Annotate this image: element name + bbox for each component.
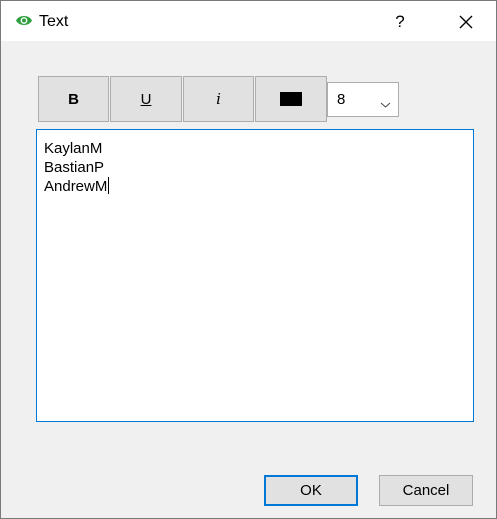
editor-line-text: AndrewM — [44, 178, 108, 195]
editor-line: KaylanM — [44, 140, 103, 157]
help-button[interactable]: ? — [385, 9, 415, 35]
color-swatch — [280, 92, 302, 106]
underline-button[interactable]: U — [110, 76, 182, 122]
title-bar[interactable]: Text ? — [1, 1, 496, 41]
text-editor[interactable]: KaylanM BastianP AndrewM — [36, 129, 474, 422]
editor-content: KaylanM BastianP AndrewM — [44, 139, 110, 196]
close-button[interactable] — [451, 9, 481, 35]
chevron-down-icon — [380, 96, 391, 108]
close-icon — [459, 15, 473, 29]
italic-button[interactable]: i — [183, 76, 254, 122]
editor-line: BastianP — [44, 159, 105, 176]
cancel-button[interactable]: Cancel — [379, 475, 473, 506]
text-color-button[interactable] — [255, 76, 327, 122]
editor-line: AndrewM — [44, 177, 110, 196]
text-caret — [108, 177, 110, 194]
eye-icon — [15, 14, 33, 27]
text-dialog: Text ? B U i 8 KaylanM BastianP AndrewM … — [0, 0, 497, 519]
font-size-select[interactable]: 8 — [327, 82, 399, 117]
bold-button[interactable]: B — [38, 76, 109, 122]
font-size-value: 8 — [337, 91, 346, 108]
ok-button[interactable]: OK — [264, 475, 358, 506]
dialog-title: Text — [39, 13, 69, 30]
